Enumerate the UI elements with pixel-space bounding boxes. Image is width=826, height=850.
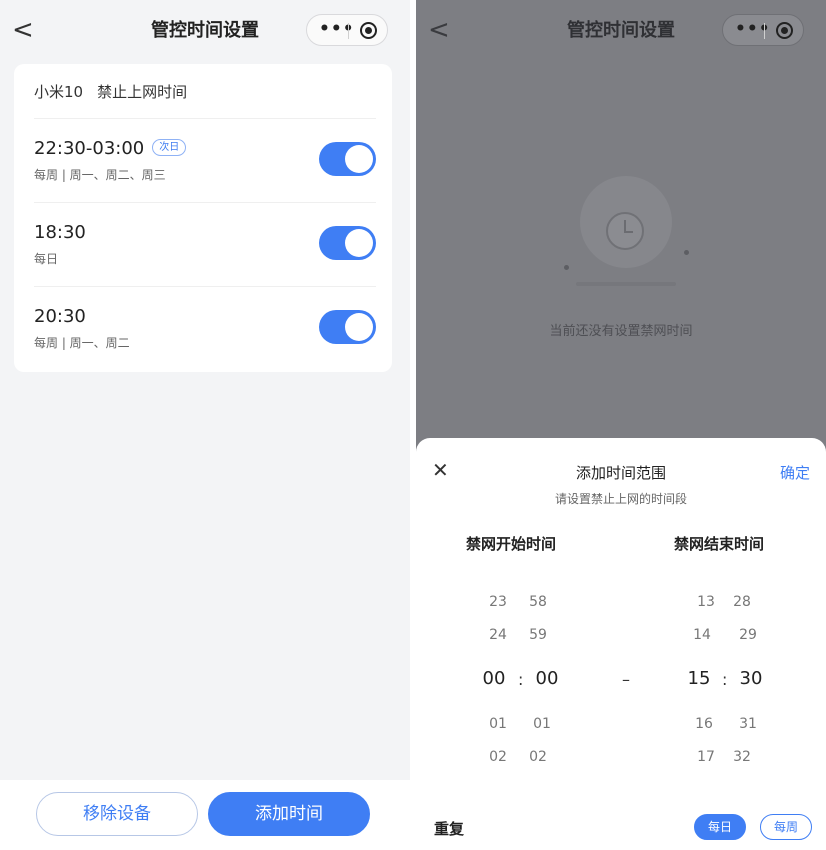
picker-option[interactable]: 16 — [682, 716, 726, 732]
picker-option[interactable]: 24 — [476, 627, 520, 643]
miniprogram-capsule: ••• — [722, 14, 804, 46]
repeat-weekly-chip[interactable]: 每周 — [760, 814, 812, 840]
repeat-label: 重复 — [434, 820, 465, 838]
time-colon: : — [518, 670, 524, 689]
picker-option[interactable]: 23 — [476, 594, 520, 610]
empty-state-text: 当前还没有设置禁网时间 — [549, 324, 693, 339]
picker-option[interactable]: 59 — [516, 627, 560, 643]
picker-selected-option[interactable]: 15 — [677, 668, 721, 689]
schedule-time: 20:30 — [34, 306, 86, 327]
sheet-title: 添加时间范围 — [575, 464, 666, 482]
schedule-card: 小米10 禁止上网时间 22:30-03:00 次日 每周 | 周一、周二、周三 1… — [14, 64, 392, 372]
nav-bar: < 管控时间设置 ••• — [416, 0, 826, 62]
schedule-toggle[interactable] — [319, 310, 376, 344]
clock-icon — [606, 212, 644, 250]
picker-selected-option[interactable]: 30 — [729, 668, 773, 689]
capsule-divider — [764, 23, 765, 39]
decor-dot — [684, 250, 689, 255]
picker-option[interactable]: 01 — [476, 716, 520, 732]
divider — [34, 118, 376, 119]
next-day-badge: 次日 — [152, 138, 187, 156]
picker-option[interactable]: 14 — [680, 627, 724, 643]
schedule-toggle[interactable] — [319, 142, 376, 176]
add-time-screen: < 管控时间设置 ••• 当前还没有设置禁网时间 ✕ 添加时间范围 确定 请设置… — [416, 0, 826, 850]
time-text: 22:30-03:00 — [34, 138, 145, 159]
picker-selected-option[interactable]: 00 — [525, 668, 569, 689]
picker-option[interactable]: 02 — [476, 749, 520, 765]
empty-clock-illustration — [564, 170, 689, 300]
picker-option[interactable]: 02 — [516, 749, 560, 765]
picker-option[interactable]: 01 — [520, 716, 564, 732]
decor-dot — [564, 265, 569, 270]
schedule-time: 18:30 — [34, 222, 86, 243]
card-header-label: 禁止上网时间 — [97, 83, 188, 101]
close-miniprogram-icon[interactable] — [776, 22, 793, 39]
range-dash: – — [622, 670, 630, 689]
close-miniprogram-icon[interactable] — [360, 22, 377, 39]
schedule-list-screen: < 管控时间设置 ••• 小米10 禁止上网时间 22:30-03:00 次日 每周… — [0, 0, 410, 850]
capsule-divider — [348, 23, 349, 39]
schedule-repeat: 每周 | 周一、周二、周三 — [34, 168, 166, 182]
divider — [34, 286, 376, 287]
add-time-range-sheet: ✕ 添加时间范围 确定 请设置禁止上网的时间段 禁网开始时间 禁网结束时间 23… — [416, 438, 826, 850]
schedule-row[interactable]: 22:30-03:00 次日 每周 | 周一、周二、周三 — [14, 118, 392, 202]
divider — [34, 202, 376, 203]
repeat-daily-chip[interactable]: 每日 — [694, 814, 746, 840]
schedule-repeat: 每日 — [34, 252, 59, 266]
confirm-button[interactable]: 确定 — [780, 462, 810, 483]
miniprogram-capsule: ••• — [306, 14, 388, 46]
start-time-label: 禁网开始时间 — [466, 535, 557, 553]
add-time-button[interactable]: 添加时间 — [208, 792, 370, 836]
picker-option[interactable]: 32 — [720, 749, 764, 765]
picker-option[interactable]: 29 — [726, 627, 770, 643]
nav-bar: < 管控时间设置 ••• — [0, 0, 410, 62]
picker-selected-option[interactable]: 00 — [472, 668, 516, 689]
device-name: 小米10 — [34, 83, 84, 101]
end-time-label: 禁网结束时间 — [674, 535, 765, 553]
schedule-time: 22:30-03:00 次日 — [34, 138, 187, 159]
bottom-action-bar: 移除设备 添加时间 — [0, 780, 410, 850]
illustration-base — [576, 282, 676, 286]
remove-device-button[interactable]: 移除设备 — [36, 792, 198, 836]
more-icon[interactable]: ••• — [319, 19, 355, 39]
time-colon: : — [722, 670, 728, 689]
picker-option[interactable]: 31 — [726, 716, 770, 732]
sheet-subtitle: 请设置禁止上网的时间段 — [554, 492, 687, 506]
schedule-row[interactable]: 20:30 每周 | 周一、周二 — [14, 286, 392, 370]
schedule-row[interactable]: 18:30 每日 — [14, 202, 392, 286]
schedule-toggle[interactable] — [319, 226, 376, 260]
more-icon[interactable]: ••• — [735, 19, 771, 39]
schedule-repeat: 每周 | 周一、周二 — [34, 336, 130, 350]
picker-option[interactable]: 58 — [516, 594, 560, 610]
picker-option[interactable]: 28 — [720, 594, 764, 610]
card-header: 小米10 禁止上网时间 — [34, 81, 201, 102]
